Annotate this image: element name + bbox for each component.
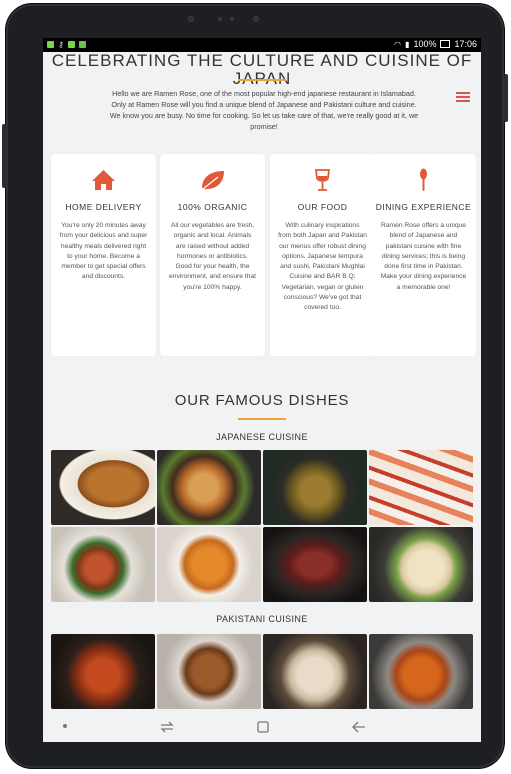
- android-icon: [78, 41, 86, 48]
- accent-divider: [238, 79, 286, 81]
- hero-text: Hello we are Ramen Rose, one of the most…: [109, 89, 419, 131]
- status-bar: ⚷ ◠ ▮ 100% 17:06: [43, 38, 481, 52]
- feature-text: You're only 20 minutes away from your de…: [59, 222, 148, 281]
- pakistani-cuisine-label: PAKISTANI CUISINE: [216, 614, 308, 624]
- dish-photo[interactable]: [263, 450, 367, 525]
- home-icon: [92, 170, 115, 190]
- wifi-icon: ◠: [394, 39, 402, 49]
- feature-title: HOME DELIVERY: [65, 202, 142, 212]
- sensor: [230, 17, 234, 21]
- dish-photo[interactable]: [369, 527, 473, 602]
- web-page: CELEBRATING THE CULTURE AND CUISINE OF J…: [43, 52, 481, 712]
- pakistani-dish-grid: [51, 634, 475, 709]
- feature-card-organic: 100% ORGANIC All our vegetables are fres…: [160, 154, 265, 356]
- sensor: [218, 17, 222, 21]
- front-camera-2: [253, 16, 259, 22]
- japanese-cuisine-label: JAPANESE CUISINE: [216, 432, 308, 442]
- dish-photo[interactable]: [157, 634, 261, 709]
- recents-icon[interactable]: [159, 720, 175, 734]
- front-camera: [188, 16, 194, 22]
- dish-photo[interactable]: [369, 450, 473, 525]
- tablet-frame: ⚷ ◠ ▮ 100% 17:06 CELEBRATING THE CULTURE…: [2, 4, 508, 768]
- feature-text: All our vegetables are fresh, organic an…: [169, 222, 256, 291]
- hero-title: CELEBRATING THE CULTURE AND CUISINE OF J…: [51, 52, 473, 88]
- dish-photo[interactable]: [51, 527, 155, 602]
- dish-photo[interactable]: [263, 527, 367, 602]
- spoon-icon: [420, 168, 427, 191]
- feature-title: OUR FOOD: [297, 202, 348, 212]
- dish-photo[interactable]: [51, 634, 155, 709]
- dish-photo[interactable]: [157, 527, 261, 602]
- accent-divider: [238, 418, 286, 420]
- feature-title: 100% ORGANIC: [177, 202, 248, 212]
- dish-photo[interactable]: [51, 450, 155, 525]
- dot-icon: [63, 724, 67, 728]
- clock: 17:06: [454, 39, 477, 49]
- android-nav-bar: [43, 712, 481, 742]
- battery-percent: 100%: [413, 39, 437, 49]
- feature-text: Ramen Rose offers a unique blend of Japa…: [380, 222, 467, 291]
- menu-icon[interactable]: [456, 92, 470, 102]
- wine-glass-icon: [314, 169, 331, 191]
- screen: ⚷ ◠ ▮ 100% 17:06 CELEBRATING THE CULTURE…: [43, 38, 481, 742]
- leaf-icon: [202, 171, 224, 190]
- key-icon: ⚷: [58, 40, 64, 49]
- android-icon: [47, 41, 54, 48]
- dish-photo[interactable]: [369, 634, 473, 709]
- android-icon: [67, 41, 75, 48]
- dishes-title: OUR FAMOUS DISHES: [174, 392, 350, 409]
- japanese-dish-grid: [51, 450, 475, 602]
- back-icon[interactable]: [351, 720, 367, 734]
- dish-photo[interactable]: [157, 450, 261, 525]
- battery-icon: [440, 40, 451, 48]
- feature-card-food: OUR FOOD With culinary inspirations from…: [270, 154, 375, 356]
- feature-card-delivery: HOME DELIVERY You're only 20 minutes awa…: [51, 154, 156, 356]
- feature-card-dining: DINING EXPERIENCE Ramen Rose offers a un…: [371, 154, 476, 356]
- feature-title: DINING EXPERIENCE: [375, 202, 472, 212]
- dish-photo[interactable]: [263, 634, 367, 709]
- home-button-icon[interactable]: [255, 720, 271, 734]
- signal-icon: ▮: [405, 39, 410, 49]
- feature-text: With culinary inspirations from both Jap…: [278, 222, 367, 312]
